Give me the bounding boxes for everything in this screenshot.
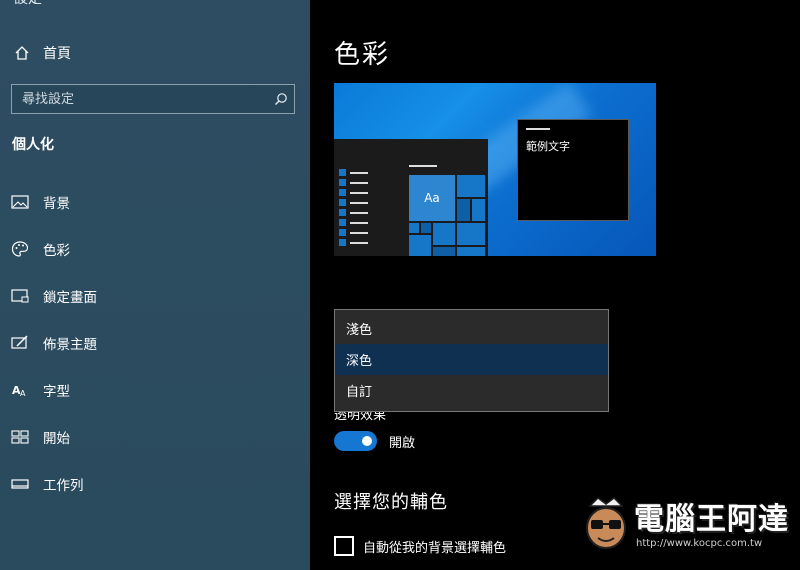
sidebar-item-colors[interactable]: 色彩	[0, 229, 310, 269]
preview-tiles: Aa	[409, 175, 485, 256]
main-content: 色彩 Aa 範例文字 透明效果 淺色 深色 自訂 開啟 選擇您的輔色 自動從我的…	[310, 0, 800, 570]
watermark: 電腦王阿達 http://www.kocpc.com.tw	[578, 490, 800, 560]
preview-tiles-header	[409, 165, 437, 167]
preview-sample-text: 範例文字	[526, 140, 570, 153]
search-icon[interactable]	[268, 85, 294, 113]
color-mode-dropdown-list[interactable]: 淺色 深色 自訂	[334, 309, 609, 412]
dropdown-option-dark[interactable]: 深色	[335, 344, 608, 375]
svg-text:A: A	[20, 389, 26, 398]
dropdown-option-custom[interactable]: 自訂	[335, 375, 608, 406]
transparency-toggle-row: 開啟	[334, 431, 415, 451]
sidebar-item-label: 首頁	[43, 46, 71, 62]
search-box[interactable]	[11, 84, 295, 114]
auto-accent-checkbox[interactable]	[334, 536, 354, 556]
auto-accent-label: 自動從我的背景選擇輔色	[363, 540, 507, 556]
transparency-toggle[interactable]	[334, 431, 377, 451]
preview-start-menu: Aa	[334, 139, 488, 256]
home-icon	[12, 43, 32, 63]
preview-app-list	[339, 169, 368, 249]
mascot-face-icon	[586, 497, 626, 549]
taskbar-icon	[10, 474, 30, 494]
sidebar-item-label: 鎖定畫面	[43, 290, 97, 306]
sidebar-item-label: 佈景主題	[43, 337, 97, 353]
color-preview: Aa 範例文字	[334, 83, 656, 256]
palette-icon	[10, 239, 30, 259]
window-title: 設定	[14, 0, 42, 8]
sidebar-item-lock-screen[interactable]: 鎖定畫面	[0, 276, 310, 316]
sidebar: 設定 首頁 個人化 背景 色彩 鎖定畫面 佈景主題	[0, 0, 310, 570]
sidebar-item-label: 字型	[43, 384, 70, 400]
sidebar-item-label: 工作列	[43, 478, 84, 494]
dropdown-option-light[interactable]: 淺色	[335, 313, 608, 344]
sidebar-item-home[interactable]: 首頁	[12, 42, 71, 64]
sidebar-item-label: 背景	[43, 196, 70, 212]
sidebar-item-themes[interactable]: 佈景主題	[0, 323, 310, 363]
lock-screen-icon	[10, 286, 30, 306]
watermark-url: http://www.kocpc.com.tw	[636, 538, 763, 549]
sidebar-item-fonts[interactable]: AA 字型	[0, 370, 310, 410]
auto-accent-row[interactable]: 自動從我的背景選擇輔色	[334, 536, 506, 556]
sidebar-item-label: 色彩	[43, 243, 70, 259]
page-title: 色彩	[334, 40, 391, 70]
toggle-state-label: 開啟	[389, 435, 416, 451]
sidebar-item-taskbar[interactable]: 工作列	[0, 464, 310, 504]
picture-icon	[10, 192, 30, 212]
watermark-text: 電腦王阿達	[634, 502, 789, 537]
sidebar-item-background[interactable]: 背景	[0, 182, 310, 222]
search-input[interactable]	[12, 85, 268, 113]
section-title: 個人化	[12, 137, 54, 153]
sidebar-item-start[interactable]: 開始	[0, 417, 310, 457]
accent-section-title: 選擇您的輔色	[334, 492, 448, 513]
preview-sample-window: 範例文字	[517, 119, 629, 221]
sidebar-item-label: 開始	[43, 431, 70, 447]
start-tiles-icon	[10, 427, 30, 447]
font-icon: AA	[10, 380, 30, 400]
theme-brush-icon	[10, 333, 30, 353]
preview-tile-aa: Aa	[409, 175, 455, 221]
